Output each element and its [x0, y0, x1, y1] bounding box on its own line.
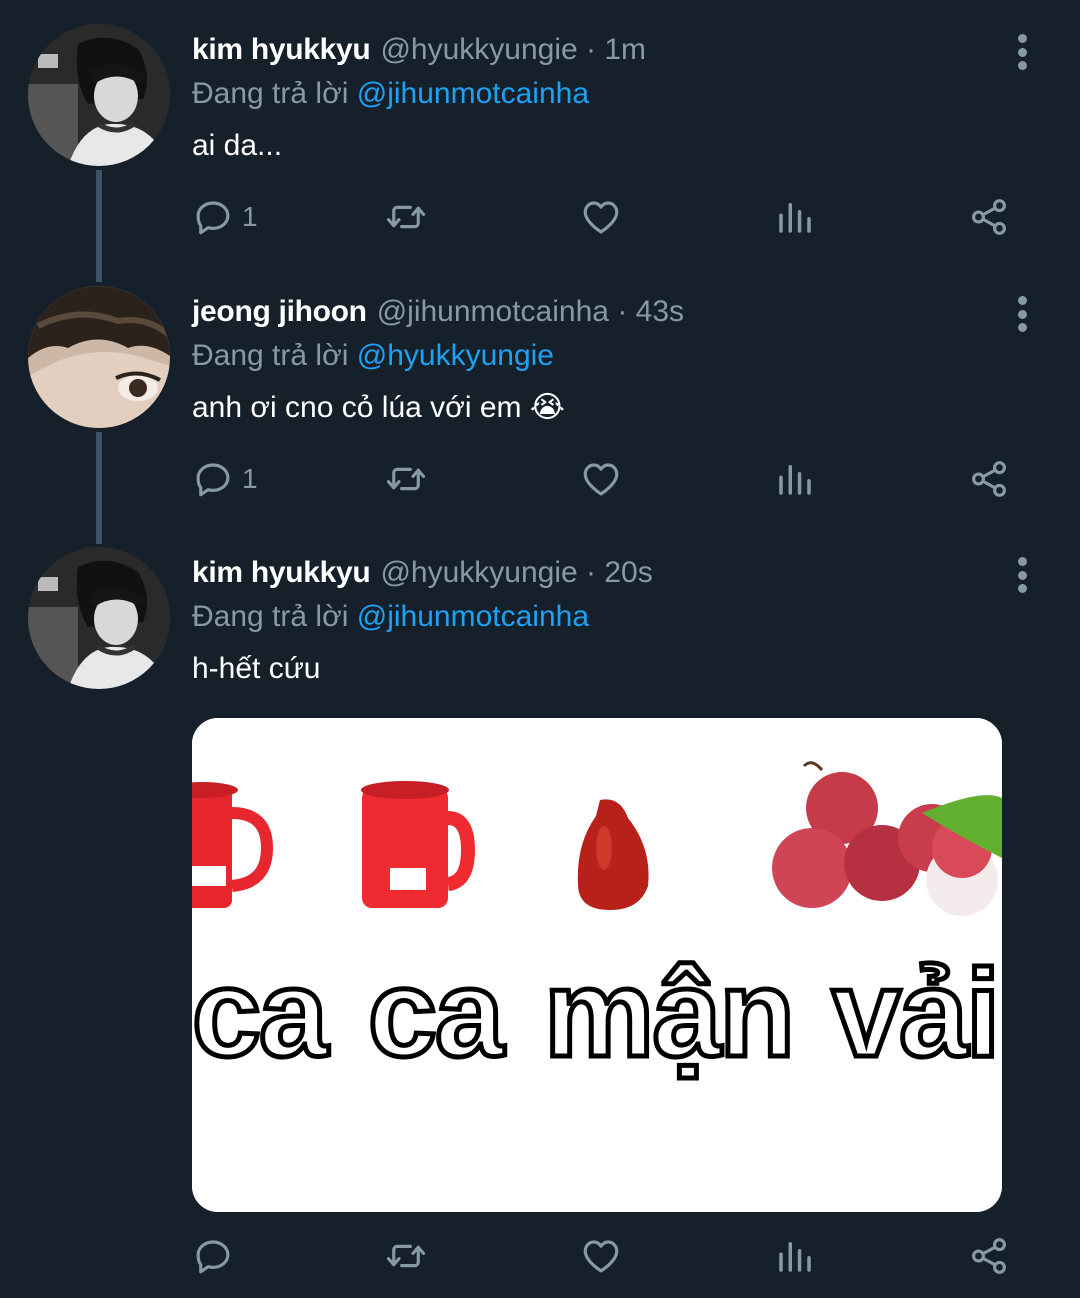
timestamp[interactable]: · 43s — [617, 295, 684, 328]
share-button[interactable] — [968, 192, 1010, 242]
caption-word: vải — [829, 945, 1002, 1083]
more-vertical-icon[interactable] — [1012, 296, 1032, 332]
share-icon — [972, 1238, 1006, 1274]
like-button[interactable] — [580, 454, 622, 504]
more-vertical-icon[interactable] — [1012, 34, 1032, 70]
reply-icon — [196, 463, 230, 497]
action-bar: 1 — [192, 192, 1022, 242]
heart-icon — [583, 1240, 619, 1273]
author-handle: @hyukkyungie · 1m — [380, 33, 647, 66]
avatar[interactable] — [28, 286, 170, 428]
timestamp[interactable]: · 1m — [586, 33, 646, 66]
heart-icon — [583, 201, 619, 234]
action-bar: 1 — [192, 454, 1022, 504]
replying-label: Đang trả lời — [192, 339, 349, 372]
reply-button[interactable]: 1 — [192, 192, 258, 242]
reply-count: 1 — [242, 201, 258, 232]
timestamp[interactable]: · 20s — [586, 556, 653, 589]
analytics-icon — [779, 465, 811, 495]
replying-to: Đang trả lời @hyukkyungie — [192, 338, 554, 374]
share-button[interactable] — [968, 1231, 1010, 1281]
retweet-button[interactable] — [385, 454, 427, 504]
author-name[interactable]: jeong jihoon — [192, 295, 367, 328]
action-bar — [192, 1231, 1022, 1281]
replying-to: Đang trả lời @jihunmotcainha — [192, 76, 589, 112]
tweet-text: h-hết cứu — [192, 652, 321, 685]
like-button[interactable] — [580, 192, 622, 242]
more-vertical-icon[interactable] — [1012, 557, 1032, 593]
replying-to: Đang trả lời @jihunmotcainha — [192, 599, 589, 635]
reply-button[interactable] — [192, 1231, 242, 1281]
tweet-text: ai da... — [192, 129, 283, 162]
share-button[interactable] — [968, 454, 1010, 504]
reply-icon — [196, 1240, 230, 1274]
tweet-text-body: anh ơi cno cỏ lúa với em — [192, 391, 522, 424]
retweet-icon — [386, 1244, 426, 1268]
caption-word: ca — [192, 945, 330, 1083]
reply-count: 1 — [242, 463, 258, 494]
author-handle: @hyukkyungie · 20s — [380, 556, 653, 589]
tweet-media-image[interactable]: ca ca mận vải — [192, 718, 1002, 1212]
caption-word: ca — [366, 945, 507, 1083]
heart-icon — [583, 463, 619, 496]
meme-caption: ca ca mận vải — [192, 945, 1002, 1083]
tweet[interactable]: kim hyukkyu @hyukkyungie · 20s Đang trả l… — [0, 547, 1080, 1287]
share-icon — [972, 461, 1006, 497]
analytics-button[interactable] — [774, 192, 816, 242]
author-name[interactable]: kim hyukkyu — [192, 33, 371, 66]
avatar[interactable] — [28, 24, 170, 166]
analytics-icon — [779, 1242, 811, 1272]
tweet[interactable]: kim hyukkyu @hyukkyungie · 1m Đang trả lờ… — [0, 24, 1080, 254]
retweet-button[interactable] — [385, 192, 427, 242]
tweet-text: anh ơi cno cỏ lúa với em 😭 — [192, 390, 565, 426]
caption-word: mận — [542, 945, 798, 1083]
replying-label: Đang trả lời — [192, 600, 349, 633]
retweet-button[interactable] — [385, 1231, 427, 1281]
author-handle: @jihunmotcainha · 43s — [376, 295, 685, 328]
reply-icon — [196, 201, 230, 235]
tweet[interactable]: jeong jihoon @jihunmotcainha · 43s Đang t… — [0, 286, 1080, 516]
author-name[interactable]: kim hyukkyu — [192, 556, 371, 589]
share-icon — [972, 199, 1006, 235]
reply-button[interactable]: 1 — [192, 454, 258, 504]
mention-link[interactable]: @hyukkyungie — [357, 339, 554, 372]
mention-link[interactable]: @jihunmotcainha — [357, 77, 589, 110]
retweet-icon — [386, 467, 426, 491]
avatar[interactable] — [28, 547, 170, 689]
like-button[interactable] — [580, 1231, 622, 1281]
replying-label: Đang trả lời — [192, 77, 349, 110]
crying-face-emoji: 😭 — [529, 391, 565, 424]
analytics-button[interactable] — [774, 454, 816, 504]
mention-link[interactable]: @jihunmotcainha — [357, 600, 589, 633]
analytics-icon — [779, 203, 811, 233]
retweet-icon — [386, 205, 426, 229]
analytics-button[interactable] — [774, 1231, 816, 1281]
